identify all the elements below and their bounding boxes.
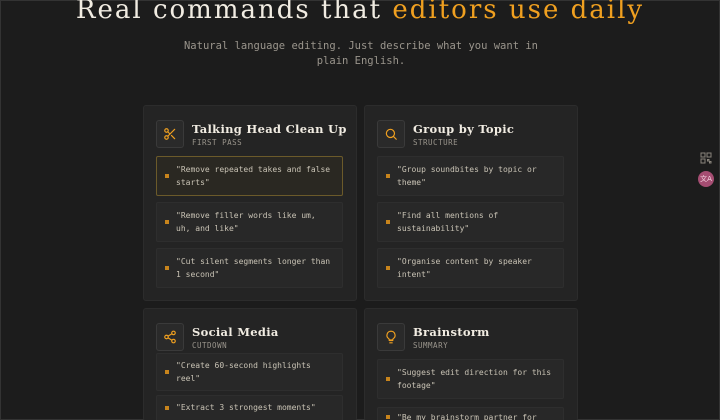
card-talking-head: Talking Head Clean Up FIRST PASS "Remove… bbox=[143, 105, 357, 301]
bullet-icon bbox=[386, 174, 390, 178]
command-item[interactable]: "Remove filler words like um, uh, and li… bbox=[156, 202, 343, 242]
command-text: "Organise content by speaker intent" bbox=[397, 257, 532, 279]
card-brainstorm: Brainstorm SUMMARY "Suggest edit directi… bbox=[364, 308, 578, 420]
card-subtitle: FIRST PASS bbox=[192, 137, 243, 147]
bullet-icon bbox=[165, 174, 169, 178]
command-text: "Remove filler words like um, uh, and li… bbox=[176, 211, 316, 233]
command-text: "Cut silent segments longer than 1 secon… bbox=[176, 257, 331, 279]
bullet-icon bbox=[165, 266, 169, 270]
search-icon bbox=[377, 120, 405, 148]
card-group-by-topic: Group by Topic STRUCTURE "Group soundbit… bbox=[364, 105, 578, 301]
command-text: "Be my brainstorm partner for bbox=[397, 413, 537, 420]
hero-title-accent: editors use daily bbox=[392, 0, 645, 25]
bullet-icon bbox=[165, 406, 169, 410]
hero-subtitle: Natural language editing. Just describe … bbox=[183, 40, 538, 67]
card-social-media: Social Media CUTDOWN "Create 60-second h… bbox=[143, 308, 357, 420]
command-item[interactable]: "Remove repeated takes and false starts" bbox=[156, 156, 343, 196]
bullet-icon bbox=[386, 415, 390, 419]
card-subtitle: CUTDOWN bbox=[192, 340, 228, 350]
command-text: "Extract 3 strongest moments" bbox=[176, 403, 316, 412]
lightbulb-icon bbox=[377, 323, 405, 351]
command-item[interactable]: "Suggest edit direction for this footage… bbox=[377, 359, 564, 399]
translate-avatar[interactable]: 文A bbox=[698, 171, 714, 187]
command-text: "Group soundbites by topic or theme" bbox=[397, 165, 537, 187]
command-text: "Find all mentions of sustainability" bbox=[397, 211, 499, 233]
command-item[interactable]: "Extract 3 strongest moments" bbox=[156, 395, 343, 420]
qr-grid-icon[interactable] bbox=[700, 149, 712, 168]
command-item[interactable]: "Group soundbites by topic or theme" bbox=[377, 156, 564, 196]
card-subtitle: STRUCTURE bbox=[413, 137, 459, 147]
command-text: "Suggest edit direction for this footage… bbox=[397, 368, 552, 390]
scissors-icon bbox=[156, 120, 184, 148]
card-title: Talking Head Clean Up bbox=[192, 121, 347, 136]
card-title: Brainstorm bbox=[413, 324, 490, 339]
card-title: Social Media bbox=[192, 324, 279, 339]
command-item[interactable]: "Be my brainstorm partner for bbox=[377, 407, 564, 420]
command-item[interactable]: "Create 60-second highlights reel" bbox=[156, 353, 343, 391]
share-icon bbox=[156, 323, 184, 351]
command-item[interactable]: "Organise content by speaker intent" bbox=[377, 248, 564, 288]
bullet-icon bbox=[386, 377, 390, 381]
card-subtitle: SUMMARY bbox=[413, 340, 449, 350]
bullet-icon bbox=[165, 220, 169, 224]
command-text: "Remove repeated takes and false starts" bbox=[176, 165, 331, 187]
bullet-icon bbox=[386, 266, 390, 270]
command-item[interactable]: "Find all mentions of sustainability" bbox=[377, 202, 564, 242]
command-text: "Create 60-second highlights reel" bbox=[176, 361, 311, 383]
card-title: Group by Topic bbox=[413, 121, 515, 136]
hero-title-main: Real commands that bbox=[75, 0, 383, 25]
bullet-icon bbox=[165, 370, 169, 374]
hero-title: Real commands that editors use daily bbox=[1, 0, 719, 25]
command-item[interactable]: "Cut silent segments longer than 1 secon… bbox=[156, 248, 343, 288]
bullet-icon bbox=[386, 220, 390, 224]
